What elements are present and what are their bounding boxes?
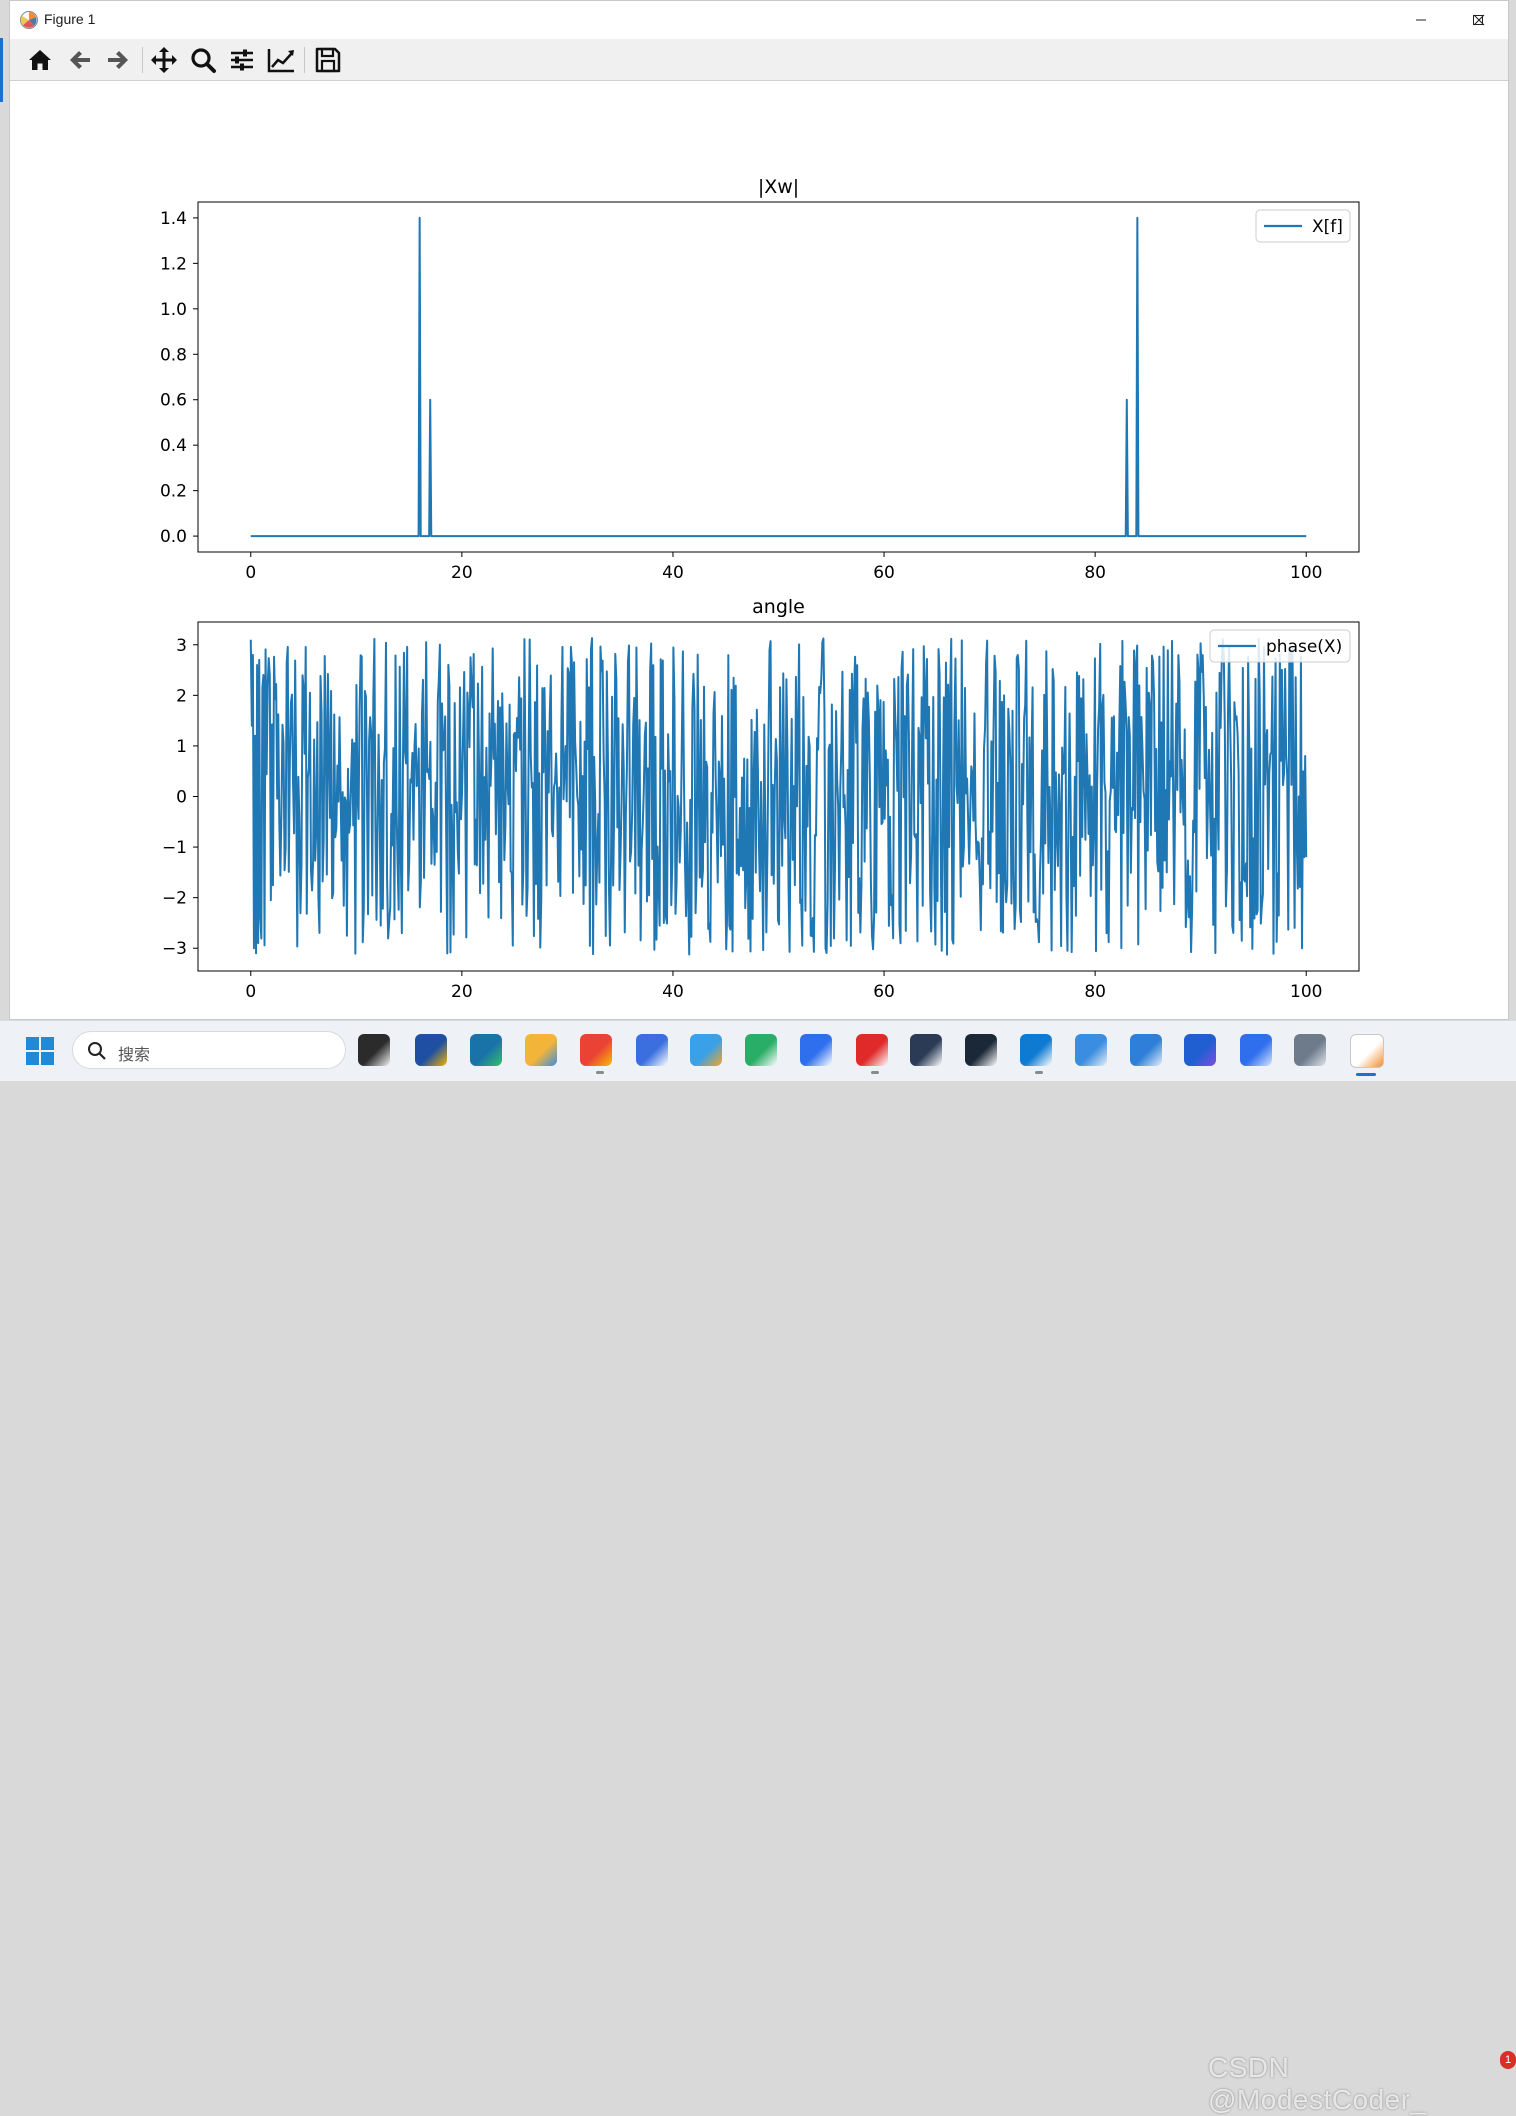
y-tick-label: −2 <box>162 889 187 909</box>
active-app-indicator <box>1356 1073 1376 1076</box>
steam-icon[interactable] <box>965 1034 997 1066</box>
y-tick-label: 3 <box>176 636 187 656</box>
pan-button[interactable] <box>148 44 180 76</box>
series-line <box>250 216 1307 538</box>
running-indicator <box>871 1071 879 1074</box>
x-tick-label: 40 <box>662 563 684 583</box>
copilot-icon[interactable] <box>1184 1034 1216 1066</box>
cat-app-icon[interactable] <box>910 1034 942 1066</box>
feishu-icon[interactable] <box>800 1034 832 1066</box>
windows-start-icon[interactable] <box>25 1036 55 1066</box>
edit-axes-icon <box>267 49 294 73</box>
subplots-button[interactable] <box>226 44 258 76</box>
task-view-icon[interactable] <box>358 1034 390 1066</box>
close-button[interactable] <box>1450 1 1508 39</box>
zoom-button[interactable] <box>187 44 219 76</box>
y-tick-label: 2 <box>176 686 187 706</box>
running-indicator <box>1035 1071 1043 1074</box>
y-tick-label: 0.2 <box>160 482 187 502</box>
toolbar-separator <box>142 47 143 73</box>
y-tick-label: 0.4 <box>160 436 187 456</box>
x-tick-label: 80 <box>1084 982 1106 1002</box>
x-tick-label: 80 <box>1084 563 1106 583</box>
paint-icon[interactable] <box>690 1034 722 1066</box>
y-tick-label: 0.0 <box>160 527 187 547</box>
app-gray-icon[interactable] <box>1294 1034 1326 1066</box>
x-tick-label: 20 <box>451 982 473 1002</box>
file-explorer-icon[interactable] <box>525 1034 557 1066</box>
wechat-icon[interactable] <box>745 1034 777 1066</box>
navigation-toolbar <box>10 39 1508 81</box>
series-line <box>249 637 1308 956</box>
home-button[interactable] <box>24 44 56 76</box>
back-button[interactable] <box>64 44 96 76</box>
taskbar-search[interactable]: 搜索 <box>72 1031 346 1069</box>
chart-title: angle <box>752 596 805 618</box>
x-tick-label: 20 <box>451 563 473 583</box>
y-tick-label: −3 <box>162 939 187 959</box>
y-tick-label: −1 <box>162 838 187 858</box>
app-blue-icon[interactable] <box>1240 1034 1272 1066</box>
y-tick-label: 1 <box>176 737 187 757</box>
search-placeholder: 搜索 <box>118 1045 151 1064</box>
figure-window: Figure 1 |Xw| 0 20 40 60 80 100 0.0 0.2 … <box>9 0 1509 1020</box>
x-tick-label: 40 <box>662 982 684 1002</box>
csdn-watermark: CSDN @ModestCoder_ <box>1208 2052 1427 2115</box>
save-button[interactable] <box>312 44 344 76</box>
x-tick-label: 100 <box>1290 982 1322 1002</box>
window-title: Figure 1 <box>44 11 96 27</box>
legend-label: X[f] <box>1312 217 1343 237</box>
toolbar-separator <box>304 47 305 73</box>
zoom-icon <box>191 48 216 73</box>
edge-dev-icon[interactable] <box>470 1034 502 1066</box>
y-tick-label: 0 <box>176 788 187 808</box>
back-arrow-icon <box>70 51 90 69</box>
vscode-icon[interactable] <box>1020 1034 1052 1066</box>
x-tick-label: 0 <box>245 982 256 1002</box>
save-icon <box>315 47 341 73</box>
subplot-2: angle 0 20 40 60 80 100 3 2 1 0 −1 −2 −3 phase(X) <box>162 596 1360 1002</box>
title-bar: Figure 1 <box>10 1 1508 39</box>
control-panel-icon[interactable] <box>1075 1034 1107 1066</box>
x-tick-label: 60 <box>873 982 895 1002</box>
subplot-1: |Xw| 0 20 40 60 80 100 0.0 0.2 0.4 0.6 0.8 1.0 1.2 1.4… <box>160 176 1360 583</box>
y-tick-label: 1.0 <box>160 300 187 320</box>
pan-icon <box>151 47 177 73</box>
legend-label: phase(X) <box>1266 637 1342 657</box>
forward-arrow-icon <box>108 51 128 69</box>
microsoft-store-icon[interactable] <box>415 1034 447 1066</box>
home-icon <box>29 50 51 70</box>
edit-axes-button[interactable] <box>265 44 297 76</box>
y-tick-label: 0.8 <box>160 345 187 365</box>
running-indicator <box>596 1071 604 1074</box>
baidu-netdisk-icon[interactable] <box>636 1034 668 1066</box>
matplotlib-icon <box>20 11 38 29</box>
matplotlib-figure-icon[interactable] <box>1350 1034 1384 1068</box>
window-edge-accent <box>0 38 3 102</box>
x-tick-label: 100 <box>1290 563 1322 583</box>
notepad-icon[interactable] <box>1130 1034 1162 1066</box>
axes-frame <box>197 201 1360 553</box>
x-tick-label: 60 <box>873 563 895 583</box>
subplots-icon <box>231 49 253 71</box>
minimize-button[interactable] <box>1392 1 1450 39</box>
x-tick-label: 0 <box>245 563 256 583</box>
legend: phase(X) <box>1209 629 1351 663</box>
notification-badge: 1 <box>1500 2051 1516 2069</box>
y-tick-label: 0.6 <box>160 391 187 411</box>
chart-title: |Xw| <box>758 176 799 198</box>
search-icon <box>88 1042 106 1060</box>
figure-canvas[interactable]: |Xw|0 20 40 60 80 1000.00.20.40.60.81.01.21.4… <box>10 81 1508 1019</box>
chrome-icon[interactable] <box>580 1034 612 1066</box>
minimize-icon <box>1416 19 1426 21</box>
netease-music-icon[interactable] <box>856 1034 888 1066</box>
taskbar: 搜索 CSDN @ModestCoder_ 1 <box>0 1020 1516 2115</box>
forward-button[interactable] <box>102 44 134 76</box>
y-tick-label: 1.4 <box>160 209 187 229</box>
legend: X[f] <box>1255 209 1351 243</box>
y-tick-label: 1.2 <box>160 254 187 274</box>
close-icon <box>1473 14 1485 26</box>
